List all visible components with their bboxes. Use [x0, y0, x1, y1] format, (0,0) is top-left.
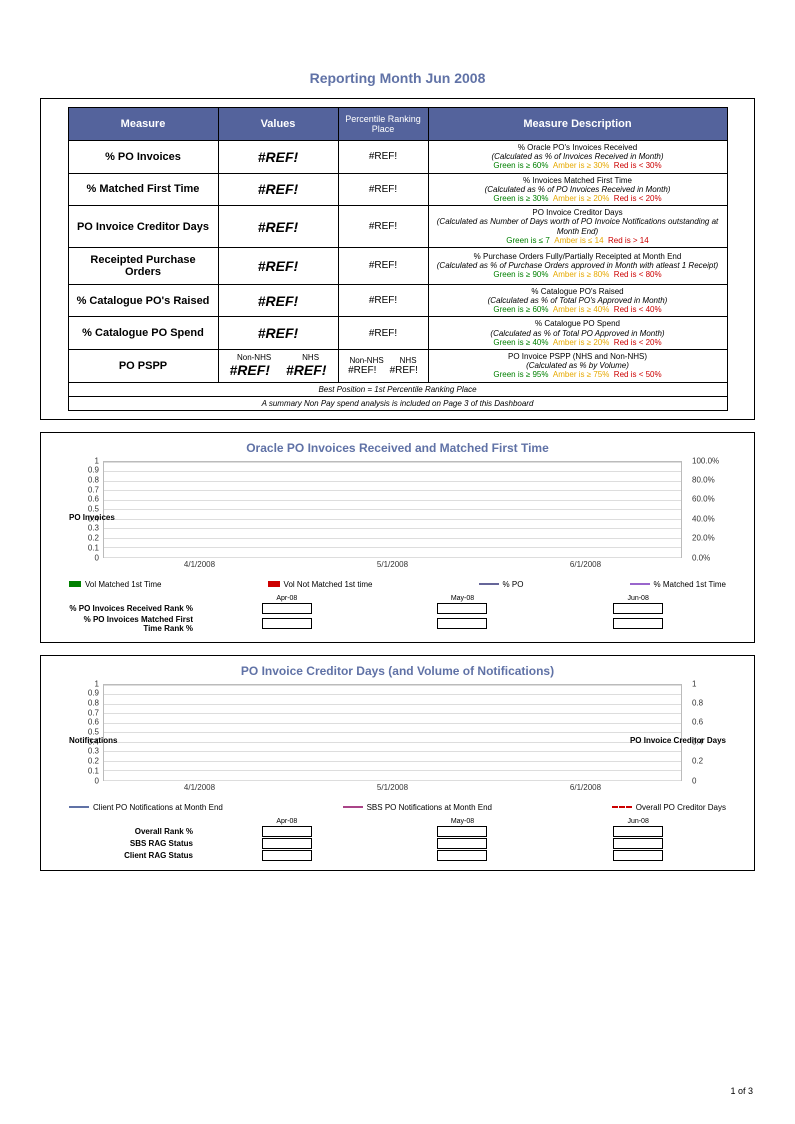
measure-desc: % Catalogue PO Spend(Calculated as % of …: [428, 317, 727, 350]
rank-cell: [437, 826, 487, 837]
measure-percentile: #REF!: [338, 206, 428, 248]
rank-cell: [437, 850, 487, 861]
measure-value: #REF!: [218, 284, 338, 317]
measure-name: % Catalogue PO Spend: [68, 317, 218, 350]
chart2-plot: 10.90.80.70.60.50.40.30.20.10 10.80.60.4…: [69, 684, 726, 799]
th-percentile: Percentile Ranking Place: [338, 108, 428, 141]
chart2-title: PO Invoice Creditor Days (and Volume of …: [49, 664, 746, 678]
measure-percentile: #REF!: [338, 284, 428, 317]
chart1-panel: Oracle PO Invoices Received and Matched …: [40, 432, 755, 643]
measure-name: % Matched First Time: [68, 173, 218, 206]
rank-cell: [437, 603, 487, 614]
rank-cell: [613, 838, 663, 849]
page-title: Reporting Month Jun 2008: [40, 70, 755, 86]
chart2-legend: Client PO Notifications at Month EndSBS …: [69, 803, 726, 812]
measure-value: #REF!: [218, 173, 338, 206]
measure-desc: % Purchase Orders Fully/Partially Receip…: [428, 247, 727, 284]
rank-cell: [262, 603, 312, 614]
measures-panel: Measure Values Percentile Ranking Place …: [40, 98, 755, 420]
chart2-ylabel-right: PO Invoice Creditor Days: [630, 736, 726, 745]
page-number: 1 of 3: [730, 1086, 753, 1096]
measure-value: #REF!: [218, 141, 338, 174]
th-measure: Measure: [68, 108, 218, 141]
measure-desc: % Oracle PO's Invoices Received(Calculat…: [428, 141, 727, 174]
chart2-panel: PO Invoice Creditor Days (and Volume of …: [40, 655, 755, 871]
rank-cell: [613, 618, 663, 629]
chart2-ylabel-left: Notifications: [69, 736, 117, 745]
measure-desc: % Catalogue PO's Raised(Calculated as % …: [428, 284, 727, 317]
measure-name: % PO Invoices: [68, 141, 218, 174]
measure-desc: PO Invoice PSPP (NHS and Non-NHS)(Calcul…: [428, 350, 727, 383]
chart1-plot: 10.90.80.70.60.50.40.30.20.10 100.0%80.0…: [69, 461, 726, 576]
chart1-rank-table: Apr-08May-08Jun-08% PO Invoices Received…: [69, 595, 726, 633]
measure-desc: PO Invoice Creditor Days(Calculated as N…: [428, 206, 727, 248]
chart1-title: Oracle PO Invoices Received and Matched …: [49, 441, 746, 455]
measure-name: PO PSPP: [68, 350, 218, 383]
chart1-ylabel-left: PO Invoices: [69, 513, 115, 522]
rank-cell: [613, 826, 663, 837]
chart2-rank-table: Apr-08May-08Jun-08Overall Rank %SBS RAG …: [69, 818, 726, 861]
rank-cell: [262, 850, 312, 861]
measure-value: #REF!: [218, 317, 338, 350]
measure-name: % Catalogue PO's Raised: [68, 284, 218, 317]
th-desc: Measure Description: [428, 108, 727, 141]
measure-desc: % Invoices Matched First Time(Calculated…: [428, 173, 727, 206]
footnote-2: A summary Non Pay spend analysis is incl…: [68, 396, 727, 410]
rank-cell: [437, 618, 487, 629]
measures-table: Measure Values Percentile Ranking Place …: [68, 107, 728, 411]
footnote-1: Best Position = 1st Percentile Ranking P…: [68, 382, 727, 396]
rank-cell: [613, 603, 663, 614]
measure-percentile: #REF!: [338, 141, 428, 174]
measure-percentile: Non-NHSNHS#REF!#REF!: [338, 350, 428, 383]
rank-cell: [262, 618, 312, 629]
measure-value: #REF!: [218, 206, 338, 248]
chart1-legend: Vol Matched 1st TimeVol Not Matched 1st …: [69, 580, 726, 589]
th-values: Values: [218, 108, 338, 141]
measure-percentile: #REF!: [338, 173, 428, 206]
rank-cell: [613, 850, 663, 861]
measure-percentile: #REF!: [338, 247, 428, 284]
measure-percentile: #REF!: [338, 317, 428, 350]
rank-cell: [262, 838, 312, 849]
rank-cell: [437, 838, 487, 849]
rank-cell: [262, 826, 312, 837]
measure-value: #REF!: [218, 247, 338, 284]
measure-name: PO Invoice Creditor Days: [68, 206, 218, 248]
measure-name: Receipted Purchase Orders: [68, 247, 218, 284]
measure-value: Non-NHSNHS#REF!#REF!: [218, 350, 338, 383]
